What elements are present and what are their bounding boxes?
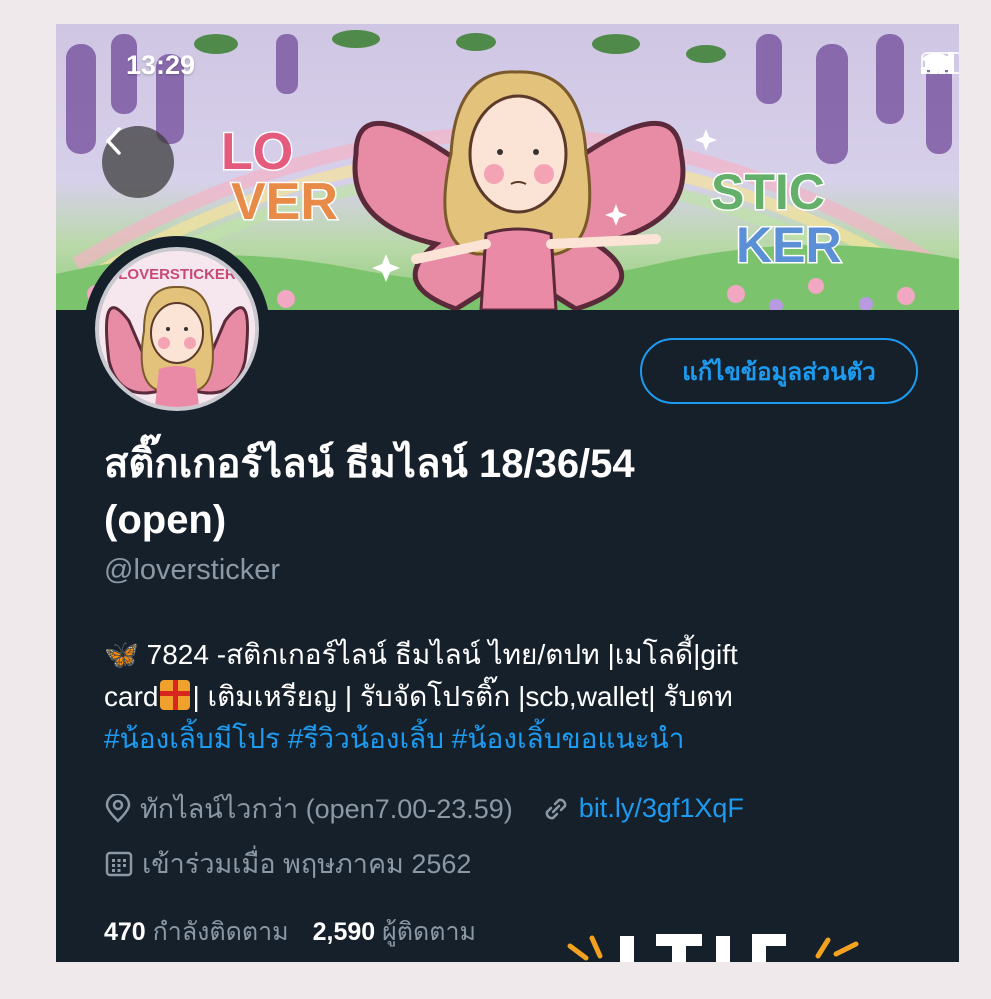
following-count: 470 (104, 918, 146, 946)
bio-line2-part2: | เติมเหรียญ | รับจัดโปรติ๊ก |scb,wallet… (192, 681, 733, 712)
battery-icon (921, 52, 959, 74)
twitter-profile-screen: LO VER STIC KER 13:29 LOVERSTICKER แก้ไข… (56, 24, 959, 962)
back-button[interactable] (102, 126, 174, 198)
location-row: ทักไลน์ไวกว่า (open7.00-23.59) bit.ly/3g… (104, 787, 744, 830)
avatar-illustration: LOVERSTICKER (99, 251, 255, 407)
bio-line1-text: 7824 -สติกเกอร์ไลน์ ธีมไลน์ ไทย/ตปท |เมโ… (146, 639, 738, 670)
display-name: สติ๊กเกอร์ไลน์ ธีมไลน์ 18/36/54 (open) (104, 436, 824, 548)
following-link[interactable]: 470 กำลังติดตาม (104, 912, 289, 952)
avatar[interactable]: LOVERSTICKER (84, 236, 270, 422)
avatar-image: LOVERSTICKER (95, 247, 259, 411)
follow-counts: 470 กำลังติดตาม 2,590 ผู้ติดตาม (104, 912, 476, 952)
display-name-line1: สติ๊กเกอร์ไลน์ ธีมไลน์ 18/36/54 (104, 442, 635, 486)
profile-bio: 🦋 7824 -สติกเกอร์ไลน์ ธีมไลน์ ไทย/ตปท |เ… (104, 634, 934, 760)
profile-link[interactable]: bit.ly/3gf1XqF (579, 793, 744, 824)
calendar-icon (105, 851, 133, 876)
following-label: กำลังติดตาม (152, 918, 289, 946)
link-icon (545, 798, 567, 819)
followers-link[interactable]: 2,590 ผู้ติดตาม (313, 912, 476, 952)
followers-count: 2,590 (312, 918, 376, 946)
location-text: ทักไลน์ไวกว่า (open7.00-23.59) (140, 794, 513, 824)
banner-text-ker: KER (736, 217, 842, 273)
status-time: 13:29 (126, 50, 196, 80)
bio-line1: 🦋 7824 -สติกเกอร์ไลน์ ธีมไลน์ ไทย/ตปท |เ… (104, 634, 934, 676)
gift-icon (160, 680, 191, 710)
edit-profile-button[interactable]: แก้ไขข้อมูลส่วนตัว (640, 338, 918, 404)
followers-label: ผู้ติดตาม (382, 918, 476, 946)
chevron-left-icon (106, 127, 121, 155)
banner-text-stic: STIC (711, 164, 825, 220)
bio-line2: card | เติมเหรียญ | รับจัดโปรติ๊ก |scb,wa… (104, 676, 934, 718)
decorative-sun-sticker (567, 934, 859, 962)
joined-row: เข้าร่วมเมื่อ พฤษภาคม 2562 (104, 842, 471, 885)
butterfly-icon: 🦋 (104, 639, 139, 670)
bio-line2-part1: card (104, 681, 159, 712)
overlay-decoration (556, 924, 866, 962)
bio-hashtags[interactable]: #น้องเลิ้บมีโปร #รีวิวน้องเลิ้บ #น้องเลิ… (104, 718, 934, 760)
joined-date: เข้าร่วมเมื่อ พฤษภาคม 2562 (142, 849, 472, 879)
user-handle: @loversticker (104, 554, 281, 586)
location-pin-icon (105, 793, 131, 823)
banner-text-ver: VER (231, 173, 338, 231)
display-name-line2: (open) (104, 498, 227, 542)
avatar-badge-text: LOVERSTICKER (118, 266, 236, 283)
